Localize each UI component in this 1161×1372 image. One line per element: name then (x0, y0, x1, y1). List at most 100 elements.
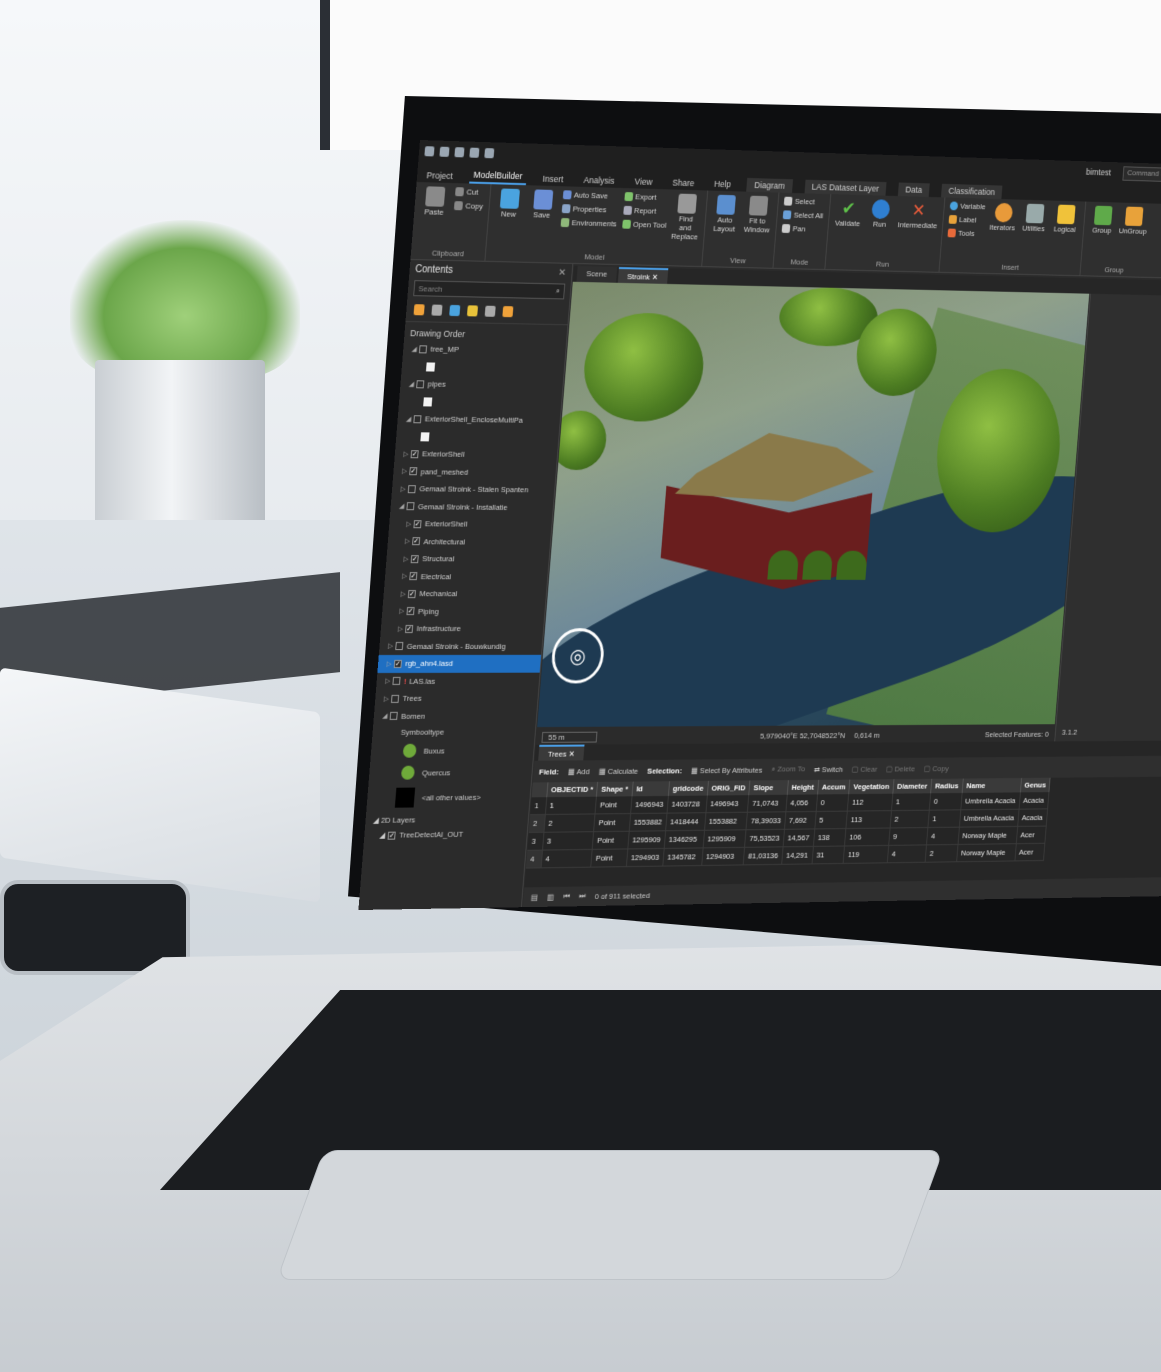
layer-checkbox[interactable] (408, 485, 416, 493)
zoom-to-button[interactable]: ⌕ Zoom To (771, 764, 805, 774)
tab-data[interactable]: Data (898, 182, 930, 196)
layer-checkbox[interactable]: ✓ (412, 537, 420, 545)
tab-view[interactable]: View (630, 174, 656, 189)
row-number[interactable]: 2 (529, 814, 545, 832)
table-cell[interactable]: 4 (927, 827, 960, 845)
find-replace-button[interactable]: Find and Replace (670, 193, 701, 241)
layer-item[interactable]: ▷ Gemaal Stroink - Bouwkundig (379, 638, 543, 656)
calculate-field-button[interactable]: ▦ Calculate (598, 766, 638, 775)
table-cell[interactable]: 1496943 (706, 795, 749, 813)
delete-button[interactable]: ▢ Delete (886, 764, 916, 773)
table-cell[interactable]: 31 (812, 846, 845, 864)
layer-checkbox[interactable] (419, 345, 427, 353)
add-field-button[interactable]: ▦ Add (568, 767, 590, 776)
layer-checkbox[interactable] (406, 502, 414, 510)
layer-item[interactable]: ▷! LAS.las (376, 672, 540, 690)
validate-button[interactable]: ✔ Validate (834, 198, 863, 229)
open-tool-button[interactable]: Open Tool (622, 220, 667, 230)
layer-item[interactable]: ▷ ✓ Infrastructure (380, 620, 544, 638)
label-button[interactable]: Label (948, 215, 984, 225)
table-cell[interactable]: Point (595, 796, 631, 814)
tab-share[interactable]: Share (668, 176, 698, 191)
layers-2d-group[interactable]: ◢ 2D Layers (365, 810, 529, 829)
tab-insert[interactable]: Insert (538, 172, 567, 187)
layer-item[interactable]: ▷ ✓ Mechanical (383, 585, 547, 603)
tab-help[interactable]: Help (710, 177, 735, 191)
layer-checkbox[interactable]: ✓ (409, 572, 417, 580)
table-cell[interactable]: 75,53523 (745, 829, 784, 847)
scene-view[interactable]: ◎ (537, 282, 1089, 727)
table-cell[interactable]: 1553882 (704, 812, 748, 830)
layer-checkbox[interactable] (391, 695, 399, 703)
table-cell[interactable]: 14,291 (781, 846, 813, 864)
table-cell[interactable]: 119 (843, 845, 888, 863)
first-record-icon[interactable]: ⏮ (563, 892, 570, 902)
column-header[interactable]: Shape * (597, 782, 633, 797)
table-cell[interactable]: 1496943 (630, 796, 668, 814)
layer-item[interactable]: ▷ ✓ pand_meshed (393, 463, 557, 482)
auto-save-button[interactable]: Auto Save (562, 190, 619, 201)
table-cell[interactable]: Norway Maple (956, 844, 1016, 862)
copy-button[interactable]: ▢ Copy (923, 764, 949, 773)
table-cell[interactable]: Acer (1016, 826, 1047, 844)
row-number[interactable]: 1 (530, 797, 546, 814)
layer-checkbox[interactable] (395, 642, 403, 650)
table-cell[interactable]: 2 (925, 844, 958, 862)
tab-analysis[interactable]: Analysis (580, 173, 619, 188)
list-by-selection-icon[interactable] (449, 305, 460, 316)
table-cell[interactable]: Umbrella Acacia (959, 809, 1019, 827)
new-model-button[interactable]: New (494, 188, 524, 219)
table-cell[interactable]: Acacia (1017, 809, 1048, 827)
layer-item[interactable]: ▷ ✓ ExteriorShell (394, 445, 558, 464)
paste-button[interactable]: Paste (419, 186, 450, 218)
save-project-icon[interactable] (439, 147, 449, 157)
table-cell[interactable]: 1345782 (663, 848, 703, 866)
layer-checkbox[interactable]: ✓ (388, 831, 396, 839)
table-cell[interactable]: 1295909 (703, 830, 747, 848)
variable-button[interactable]: Variable (949, 201, 985, 211)
column-header[interactable]: Vegetation (849, 779, 894, 794)
report-button[interactable]: Report (623, 206, 668, 216)
layer-item[interactable]: ▷ ✓ Piping (382, 603, 546, 621)
layer-checkbox[interactable]: ✓ (405, 625, 413, 633)
open-project-icon[interactable] (424, 146, 434, 156)
column-header[interactable]: Slope (749, 780, 788, 795)
column-header[interactable]: gridcode (668, 781, 708, 796)
table-cell[interactable]: Acer (1014, 843, 1045, 861)
layer-checkbox[interactable]: ✓ (406, 607, 414, 615)
table-cell[interactable]: 138 (813, 829, 846, 847)
tools-button[interactable]: Tools (947, 229, 983, 239)
list-by-drawing-order-icon[interactable] (414, 304, 425, 315)
ungroup-button[interactable]: UnGroup (1119, 206, 1147, 236)
table-cell[interactable]: 0 (816, 794, 849, 811)
table-cell[interactable]: 78,39033 (746, 812, 785, 830)
layer-item[interactable]: ◢ Gemaal Stroink - Installatie (390, 498, 554, 517)
command-search-input[interactable]: Command Search (Alt+Q) (1122, 166, 1161, 183)
table-cell[interactable]: 7,692 (784, 811, 816, 829)
list-by-snapping-icon[interactable] (485, 306, 496, 317)
layer-item[interactable]: ◢ Bomen (373, 707, 537, 725)
table-cell[interactable]: Point (591, 849, 627, 867)
table-cell[interactable]: 0 (929, 793, 962, 810)
export-button[interactable]: Export (624, 192, 669, 202)
layer-item[interactable] (396, 428, 560, 448)
table-cell[interactable]: Umbrella Acacia (961, 792, 1020, 809)
switch-selection-button[interactable]: ⇄ Switch (814, 765, 844, 774)
layer-item[interactable]: ▷ ✓ Architectural (387, 533, 551, 551)
select-button[interactable]: Select (784, 197, 825, 207)
close-icon[interactable]: ✕ (568, 750, 575, 759)
cut-button[interactable]: Cut (455, 187, 484, 197)
intermediate-button[interactable]: ✕ Intermediate (898, 200, 939, 231)
layer-checkbox[interactable] (416, 380, 424, 388)
table-cell[interactable]: 2 (543, 814, 595, 832)
auto-layout-button[interactable]: Auto Layout (710, 195, 740, 235)
table-cell[interactable]: Point (592, 831, 628, 849)
list-by-labeling-icon[interactable] (502, 306, 513, 317)
redo-icon[interactable] (484, 148, 494, 158)
column-header[interactable]: Radius (931, 779, 963, 794)
tab-diagram[interactable]: Diagram (747, 178, 793, 193)
row-number[interactable]: 4 (526, 850, 542, 868)
table-cell[interactable]: Norway Maple (958, 826, 1018, 844)
select-by-attributes-button[interactable]: ▦ Select By Attributes (691, 765, 763, 774)
table-cell[interactable]: 1 (928, 810, 961, 828)
